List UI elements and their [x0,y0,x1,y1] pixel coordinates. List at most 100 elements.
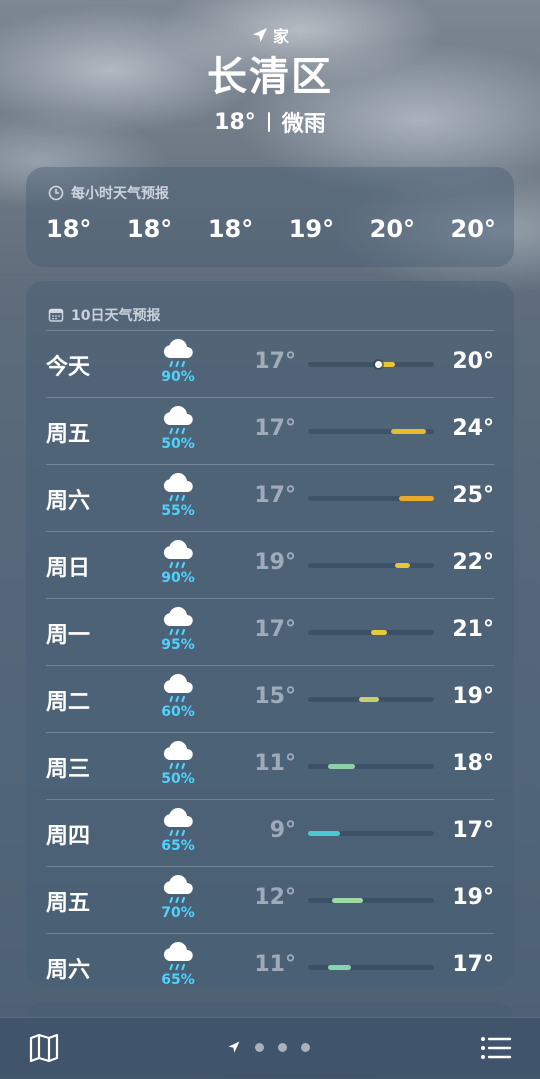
current-condition: 微雨 [281,112,326,137]
precip-chance: 50% [161,436,195,452]
temp-range-bar [394,563,411,568]
high-temp: 20° [452,349,494,374]
daily-title: 10日天气预报 [71,307,161,324]
page-dot[interactable] [255,1042,264,1052]
day-label: 周六 [46,958,91,983]
low-temp: 12° [254,885,296,910]
day-label: 周五 [46,891,91,916]
day-row[interactable]: 周四 65% 9° 17° [46,799,494,866]
low-temp: 17° [254,416,296,441]
rain-cloud-icon [163,406,193,435]
temp-range-track [308,361,434,368]
day-row[interactable]: 周二 60% 15° 19° [46,665,494,732]
rain-cloud-icon [163,540,193,569]
daily-forecast-card[interactable]: 10日天气预报 今天 90% 17° 20° 周五 50% 17° 24° 周六 55% 17° 25… [26,281,514,988]
precip-chance: 50% [161,771,195,787]
list-button[interactable] [480,1035,512,1065]
low-temp: 15° [254,684,296,709]
rain-cloud-icon [163,607,193,636]
temp-range-track [308,563,434,568]
day-row[interactable]: 今天 90% 17° 20° [46,330,494,397]
temp-range-bar [390,429,427,434]
precip-chance: 95% [161,637,195,653]
city-name: 长清区 [207,54,333,100]
weather-icon: 70% [152,875,204,921]
low-temp: 17° [254,483,296,508]
location-arrow-icon [228,1041,240,1053]
low-temp: 11° [254,952,296,977]
hourly-temp: 18° [46,215,92,243]
temp-range-bar [331,898,364,903]
high-temp: 17° [452,818,494,843]
day-label: 周五 [46,422,91,447]
daily-header: 10日天气预报 [26,281,514,331]
day-label: 周二 [46,690,91,715]
low-temp: 17° [254,617,296,642]
rain-cloud-icon [163,741,193,770]
day-label: 周六 [46,489,91,514]
day-label: 今天 [46,355,91,380]
hourly-forecast-card[interactable]: 每小时天气预报 18° 18° 18° 19° 20° 20° [26,167,514,267]
clock-icon [48,185,64,201]
precip-chance: 90% [161,369,195,385]
low-temp: 9° [269,818,296,843]
precip-chance: 70% [161,905,195,921]
current-temp: 18° [214,109,256,135]
calendar-icon [48,308,64,322]
rain-cloud-icon [163,339,193,368]
hourly-temps-row: 18° 18° 18° 19° 20° 20° [26,203,514,243]
high-temp: 24° [452,416,494,441]
temp-range-bar [308,831,340,836]
precip-chance: 55% [161,503,195,519]
day-row[interactable]: 周六 65% 11° 17° [46,933,494,1000]
page-dot[interactable] [301,1042,310,1052]
header: 家 长清区 18° 微雨 [0,22,540,138]
day-label: 周四 [46,824,91,849]
day-label: 周日 [46,556,91,581]
temp-range-bar [327,764,356,769]
temp-range-track [308,898,434,903]
rain-cloud-icon [163,808,193,837]
location-arrow-icon [252,28,267,42]
rain-cloud-icon [163,473,193,502]
temp-range-track [308,831,434,836]
page-dot[interactable] [278,1042,287,1052]
temp-range-track [308,630,434,635]
low-temp: 19° [254,550,296,575]
day-row[interactable]: 周五 50% 17° 24° [46,397,494,464]
hourly-temp: 18° [207,215,254,243]
high-temp: 19° [452,684,494,709]
day-row[interactable]: 周日 90% 19° 22° [46,531,494,598]
daily-rows: 今天 90% 17° 20° 周五 50% 17° 24° 周六 55% 17° 25° 周日 90% 19… [46,330,494,1000]
hourly-title: 每小时天气预报 [71,186,169,202]
precip-chance: 90% [161,570,195,586]
page-indicator[interactable] [227,1040,310,1054]
rain-cloud-icon [163,942,193,971]
hourly-temp: 19° [288,215,335,243]
day-row[interactable]: 周一 95% 17° 21° [46,598,494,665]
weather-icon: 65% [152,942,204,988]
temp-range-bar [327,965,352,970]
precip-chance: 60% [161,704,195,720]
high-temp: 25° [452,483,494,508]
day-row[interactable]: 周六 55% 17° 25° [46,464,494,531]
weather-icon: 65% [152,808,204,854]
day-row[interactable]: 周三 50% 11° 18° [46,732,494,799]
weather-icon: 60% [152,674,204,720]
location-label: 家 [272,27,289,46]
separator [267,112,270,132]
day-row[interactable]: 周五 70% 12° 19° [46,866,494,933]
location-row: 家 [0,22,540,48]
weather-icon: 50% [152,741,204,787]
temp-range-bar [359,697,379,702]
weather-icon: 90% [152,339,204,385]
high-temp: 22° [452,550,494,575]
map-button[interactable] [28,1033,60,1067]
high-temp: 19° [452,885,494,910]
temp-range-track [308,697,434,702]
weather-icon: 90% [152,540,204,586]
list-icon [481,1037,512,1059]
bottom-toolbar [0,1017,540,1079]
rain-cloud-icon [163,875,193,904]
hourly-temp: 18° [126,215,173,243]
